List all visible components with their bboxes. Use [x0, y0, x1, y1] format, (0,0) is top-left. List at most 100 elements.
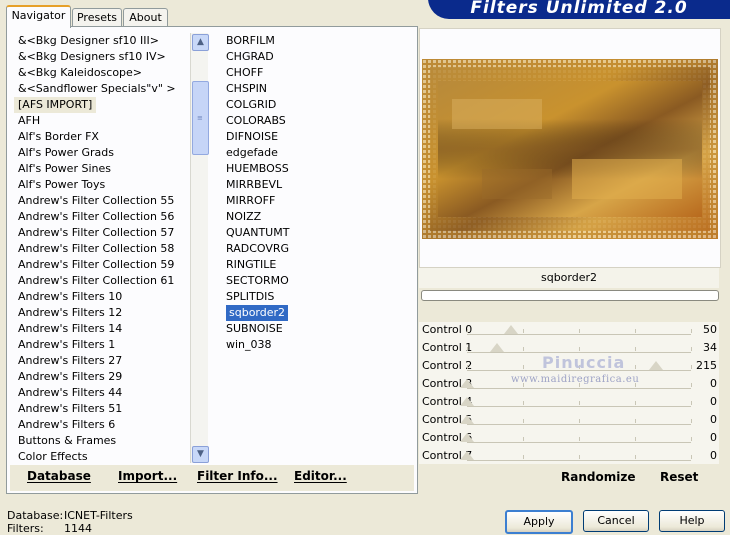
- category-item[interactable]: [AFS IMPORT]: [14, 97, 96, 113]
- slider-tick: [523, 455, 524, 459]
- filter-item[interactable]: COLGRID: [224, 97, 410, 113]
- filter-item[interactable]: CHGRAD: [224, 49, 410, 65]
- help-button[interactable]: Help: [659, 510, 725, 532]
- control-slider-thumb[interactable]: [460, 451, 474, 460]
- database-button[interactable]: Database: [27, 469, 91, 483]
- filter-item[interactable]: QUANTUMT: [224, 225, 410, 241]
- filter-item[interactable]: HUEMBOSS: [224, 161, 410, 177]
- control-value: 0: [710, 395, 717, 408]
- filter-item-label: BORFILM: [226, 34, 275, 47]
- control-slider-thumb[interactable]: [460, 397, 474, 406]
- import-button[interactable]: Import...: [118, 469, 177, 483]
- category-item[interactable]: Andrew's Filters 51: [14, 401, 190, 417]
- control-slider-track[interactable]: [467, 329, 692, 335]
- filter-item[interactable]: MIRROFF: [224, 193, 410, 209]
- control-slider-thumb[interactable]: [489, 343, 504, 352]
- slider-tick: [579, 437, 580, 441]
- control-slider-track[interactable]: [467, 401, 692, 407]
- filter-list[interactable]: BORFILM CHGRAD CHOFF CHSPIN COLGRID COLORABS D…: [224, 33, 410, 463]
- category-item[interactable]: Andrew's Filter Collection 55: [14, 193, 190, 209]
- filter-item-label: SPLITDIS: [226, 290, 275, 303]
- filter-item[interactable]: COLORABS: [224, 113, 410, 129]
- scroll-up-arrow-icon[interactable]: ▲: [192, 34, 209, 51]
- category-item[interactable]: Andrew's Filter Collection 58: [14, 241, 190, 257]
- control-slider-track[interactable]: [467, 419, 692, 425]
- control-slider-thumb[interactable]: [460, 433, 474, 442]
- filter-item[interactable]: RINGTILE: [224, 257, 410, 273]
- control-slider-thumb[interactable]: [503, 325, 518, 334]
- control-slider-thumb[interactable]: [460, 415, 474, 424]
- filter-item[interactable]: SPLITDIS: [224, 289, 410, 305]
- category-item[interactable]: Andrew's Filter Collection 59: [14, 257, 190, 273]
- tab-about[interactable]: About: [123, 8, 168, 26]
- category-item[interactable]: Alf's Power Sines: [14, 161, 190, 177]
- category-item[interactable]: Buttons & Frames: [14, 433, 190, 449]
- category-item[interactable]: &<Bkg Designer sf10 III>: [14, 33, 190, 49]
- control-row: Control 40: [419, 394, 719, 412]
- filter-item[interactable]: CHSPIN: [224, 81, 410, 97]
- category-scrollbar[interactable]: ▲ ≡ ▼: [190, 33, 209, 463]
- control-label: Control 0: [422, 323, 473, 336]
- category-item[interactable]: Andrew's Filters 27: [14, 353, 190, 369]
- tab-navigator[interactable]: Navigator: [6, 5, 71, 28]
- filters-count-value: 1144: [64, 522, 92, 535]
- control-value: 34: [703, 341, 717, 354]
- apply-button[interactable]: Apply: [505, 510, 573, 534]
- control-slider-track[interactable]: [467, 437, 692, 443]
- filter-item-label: DIFNOISE: [226, 130, 279, 143]
- filter-item[interactable]: NOIZZ: [224, 209, 410, 225]
- filter-item[interactable]: SUBNOISE: [224, 321, 410, 337]
- category-item[interactable]: Andrew's Filters 12: [14, 305, 190, 321]
- category-item[interactable]: AFH: [14, 113, 190, 129]
- filter-info-button[interactable]: Filter Info...: [197, 469, 278, 483]
- slider-tick: [523, 365, 524, 369]
- filter-item[interactable]: sqborder2: [224, 305, 410, 321]
- slider-tick: [691, 437, 692, 441]
- filter-item[interactable]: win_038: [224, 337, 410, 353]
- tab-presets[interactable]: Presets: [72, 8, 122, 26]
- filter-item[interactable]: BORFILM: [224, 33, 410, 49]
- randomize-button[interactable]: Randomize: [561, 470, 635, 484]
- filter-item-label: QUANTUMT: [226, 226, 290, 239]
- category-item[interactable]: Andrew's Filters 1: [14, 337, 190, 353]
- scroll-down-arrow-icon[interactable]: ▼: [192, 446, 209, 463]
- category-item[interactable]: Andrew's Filters 44: [14, 385, 190, 401]
- filter-item[interactable]: DIFNOISE: [224, 129, 410, 145]
- filter-item[interactable]: edgefade: [224, 145, 410, 161]
- filter-item[interactable]: MIRRBEVL: [224, 177, 410, 193]
- category-list[interactable]: &<Bkg Designer sf10 III> &<Bkg Designers …: [14, 33, 190, 463]
- category-item[interactable]: Color Effects: [14, 449, 190, 463]
- category-item[interactable]: Andrew's Filter Collection 61: [14, 273, 190, 289]
- filter-item[interactable]: SECTORMO: [224, 273, 410, 289]
- category-item[interactable]: Alf's Power Toys: [14, 177, 190, 193]
- category-item[interactable]: Andrew's Filters 10: [14, 289, 190, 305]
- category-item[interactable]: Alf's Border FX: [14, 129, 190, 145]
- slider-tick: [579, 347, 580, 351]
- category-item[interactable]: Andrew's Filters 6: [14, 417, 190, 433]
- category-item[interactable]: &<Sandflower Specials"v" >: [14, 81, 190, 97]
- selected-filter-name: sqborder2: [419, 268, 719, 288]
- category-item[interactable]: &<Bkg Designers sf10 IV>: [14, 49, 190, 65]
- filter-item[interactable]: CHOFF: [224, 65, 410, 81]
- category-item[interactable]: Andrew's Filters 29: [14, 369, 190, 385]
- reset-button[interactable]: Reset: [660, 470, 698, 484]
- category-item[interactable]: Andrew's Filter Collection 56: [14, 209, 190, 225]
- control-slider-track[interactable]: [467, 383, 692, 389]
- control-slider-thumb[interactable]: [648, 361, 663, 370]
- category-item[interactable]: Alf's Power Grads: [14, 145, 190, 161]
- category-item[interactable]: Andrew's Filters 14: [14, 321, 190, 337]
- editor-button[interactable]: Editor...: [294, 469, 347, 483]
- category-item[interactable]: Andrew's Filter Collection 57: [14, 225, 190, 241]
- slider-tick: [579, 401, 580, 405]
- control-slider-track[interactable]: [467, 455, 692, 461]
- control-slider-thumb[interactable]: [460, 379, 474, 388]
- scroll-thumb[interactable]: ≡: [192, 81, 209, 155]
- cancel-button[interactable]: Cancel: [583, 510, 649, 532]
- category-item[interactable]: &<Bkg Kaleidoscope>: [14, 65, 190, 81]
- watermark-name: Pinuccia: [542, 353, 626, 372]
- slider-tick: [635, 347, 636, 351]
- filter-item[interactable]: RADCOVRG: [224, 241, 410, 257]
- slider-tick: [523, 347, 524, 351]
- filter-item-label: COLORABS: [226, 114, 286, 127]
- control-row: Control 50: [419, 412, 719, 430]
